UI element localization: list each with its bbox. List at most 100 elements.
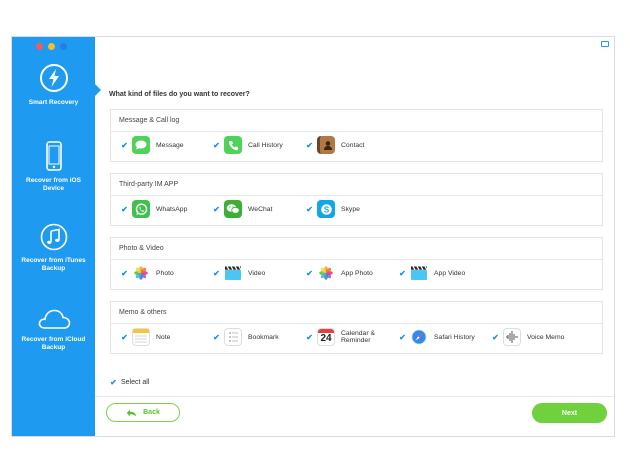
checkbox[interactable]: ✔: [399, 333, 406, 342]
page-question: What kind of files do you want to recove…: [109, 91, 250, 98]
option-safari-history[interactable]: ✔ Safari History: [399, 326, 475, 348]
close-window-button[interactable]: [36, 43, 43, 50]
checkbox[interactable]: ✔: [306, 269, 313, 278]
sidebar-item-itunes-backup[interactable]: Recover from iTunes Backup: [12, 223, 95, 273]
checkbox[interactable]: ✔: [121, 141, 128, 150]
divider: [111, 195, 602, 196]
checkbox[interactable]: ✔: [213, 141, 220, 150]
footer-divider: [95, 396, 614, 397]
contacts-app-icon: [317, 136, 335, 154]
option-calendar-reminder[interactable]: ✔ 24 Calendar & Reminder: [306, 326, 383, 348]
active-nav-indicator: [95, 84, 101, 96]
select-all-checkbox[interactable]: ✔ Select all: [110, 378, 150, 387]
sidebar-item-label: Recover from iOS Device: [26, 177, 81, 192]
option-skype[interactable]: ✔ S Skype: [306, 198, 360, 220]
back-arrow-icon: [126, 409, 137, 416]
notes-app-icon: [132, 328, 150, 346]
divider: [111, 131, 602, 132]
option-wechat[interactable]: ✔ WeChat: [213, 198, 272, 220]
sidebar-item-label: Smart Recovery: [28, 99, 79, 106]
back-button-label: Back: [143, 409, 160, 416]
option-whatsapp[interactable]: ✔ WhatsApp: [121, 198, 187, 220]
option-label: WhatsApp: [156, 205, 188, 213]
photos-app-icon: [132, 264, 150, 282]
sidebar-item-ios-device[interactable]: Recover from iOS Device: [12, 141, 95, 193]
calendar-icon: 24: [317, 328, 335, 346]
option-call-history[interactable]: ✔ Call History: [213, 134, 283, 156]
lightning-icon: [39, 64, 68, 92]
option-bookmark[interactable]: ✔ Bookmark: [213, 326, 279, 348]
group-title: Photo & Video: [119, 245, 164, 252]
option-label: Safari History: [434, 333, 475, 341]
whatsapp-icon: [132, 200, 150, 218]
sidebar-item-label: Recover from iTunes Backup: [21, 257, 86, 272]
option-label: App Video: [434, 269, 466, 277]
checkbox[interactable]: ✔: [306, 333, 313, 342]
checkbox[interactable]: ✔: [121, 333, 128, 342]
option-label: WeChat: [248, 205, 273, 213]
checkbox[interactable]: ✔: [213, 205, 220, 214]
checkbox[interactable]: ✔: [121, 269, 128, 278]
photos-app-icon: [317, 264, 335, 282]
next-button[interactable]: Next: [532, 403, 607, 423]
option-label: Contact: [341, 141, 365, 149]
divider: [111, 323, 602, 324]
checkbox[interactable]: ✔: [110, 378, 117, 387]
back-button[interactable]: Back: [106, 403, 180, 422]
calendar-day: 24: [320, 333, 332, 344]
sidebar: Smart Recovery Recover from iOS Device R…: [12, 37, 95, 436]
group-title: Message & Call log: [119, 117, 180, 124]
clapperboard-icon: [410, 264, 428, 282]
phone-app-icon: [224, 136, 242, 154]
option-photo[interactable]: ✔ Photo: [121, 262, 174, 284]
divider: [111, 259, 602, 260]
chat-bubble-icon[interactable]: [601, 41, 609, 47]
checkbox[interactable]: ✔: [121, 205, 128, 214]
checkbox[interactable]: ✔: [213, 333, 220, 342]
checkbox[interactable]: ✔: [213, 269, 220, 278]
option-label: Voice Memo: [527, 333, 565, 341]
group-message-call-log: Message & Call log ✔ Message ✔ Call Hist…: [110, 109, 603, 162]
option-label: Calendar & Reminder: [341, 329, 376, 345]
select-all-label: Select all: [121, 379, 150, 386]
option-contact[interactable]: ✔ Contact: [306, 134, 364, 156]
safari-icon: [410, 328, 428, 346]
checkbox[interactable]: ✔: [492, 333, 499, 342]
option-label: Bookmark: [248, 333, 279, 341]
minimize-window-button[interactable]: [48, 43, 55, 50]
svg-text:S: S: [323, 205, 329, 214]
group-memo-others: Memo & others ✔ Note ✔ Bookmark ✔ 24 Cal…: [110, 301, 603, 354]
clapperboard-icon: [224, 264, 242, 282]
option-note[interactable]: ✔ Note: [121, 326, 170, 348]
checkbox[interactable]: ✔: [399, 269, 406, 278]
group-third-party-im: Third-party IM APP ✔ WhatsApp ✔ WeChat ✔…: [110, 173, 603, 226]
app-window: Smart Recovery Recover from iOS Device R…: [11, 36, 615, 437]
option-label: Note: [156, 333, 171, 341]
group-photo-video: Photo & Video ✔ Photo ✔ Video ✔ App Phot…: [110, 237, 603, 290]
zoom-window-button[interactable]: [60, 43, 67, 50]
wechat-icon: [224, 200, 242, 218]
checkbox[interactable]: ✔: [306, 141, 313, 150]
sidebar-item-smart-recovery[interactable]: Smart Recovery: [12, 63, 95, 107]
group-title: Third-party IM APP: [119, 181, 179, 188]
option-video[interactable]: ✔ Video: [213, 262, 265, 284]
sidebar-item-icloud-backup[interactable]: Recover from iCloud Backup: [12, 308, 95, 352]
option-message[interactable]: ✔ Message: [121, 134, 184, 156]
messages-app-icon: [132, 136, 150, 154]
iphone-icon: [45, 141, 62, 171]
music-note-icon: [40, 223, 67, 251]
checkbox[interactable]: ✔: [306, 205, 313, 214]
option-voice-memo[interactable]: ✔ Voice Memo: [492, 326, 564, 348]
option-label: Photo: [156, 269, 174, 277]
option-label: App Photo: [341, 269, 373, 277]
option-label: Message: [156, 141, 184, 149]
option-label: Call History: [248, 141, 283, 149]
option-label: Video: [248, 269, 266, 277]
sidebar-item-label: Recover from iCloud Backup: [21, 336, 86, 351]
option-app-video[interactable]: ✔ App Video: [399, 262, 465, 284]
traffic-lights: [36, 43, 67, 50]
bookmark-icon: [224, 328, 242, 346]
skype-icon: S: [317, 200, 335, 218]
cloud-icon: [38, 309, 70, 329]
option-app-photo[interactable]: ✔ App Photo: [306, 262, 373, 284]
